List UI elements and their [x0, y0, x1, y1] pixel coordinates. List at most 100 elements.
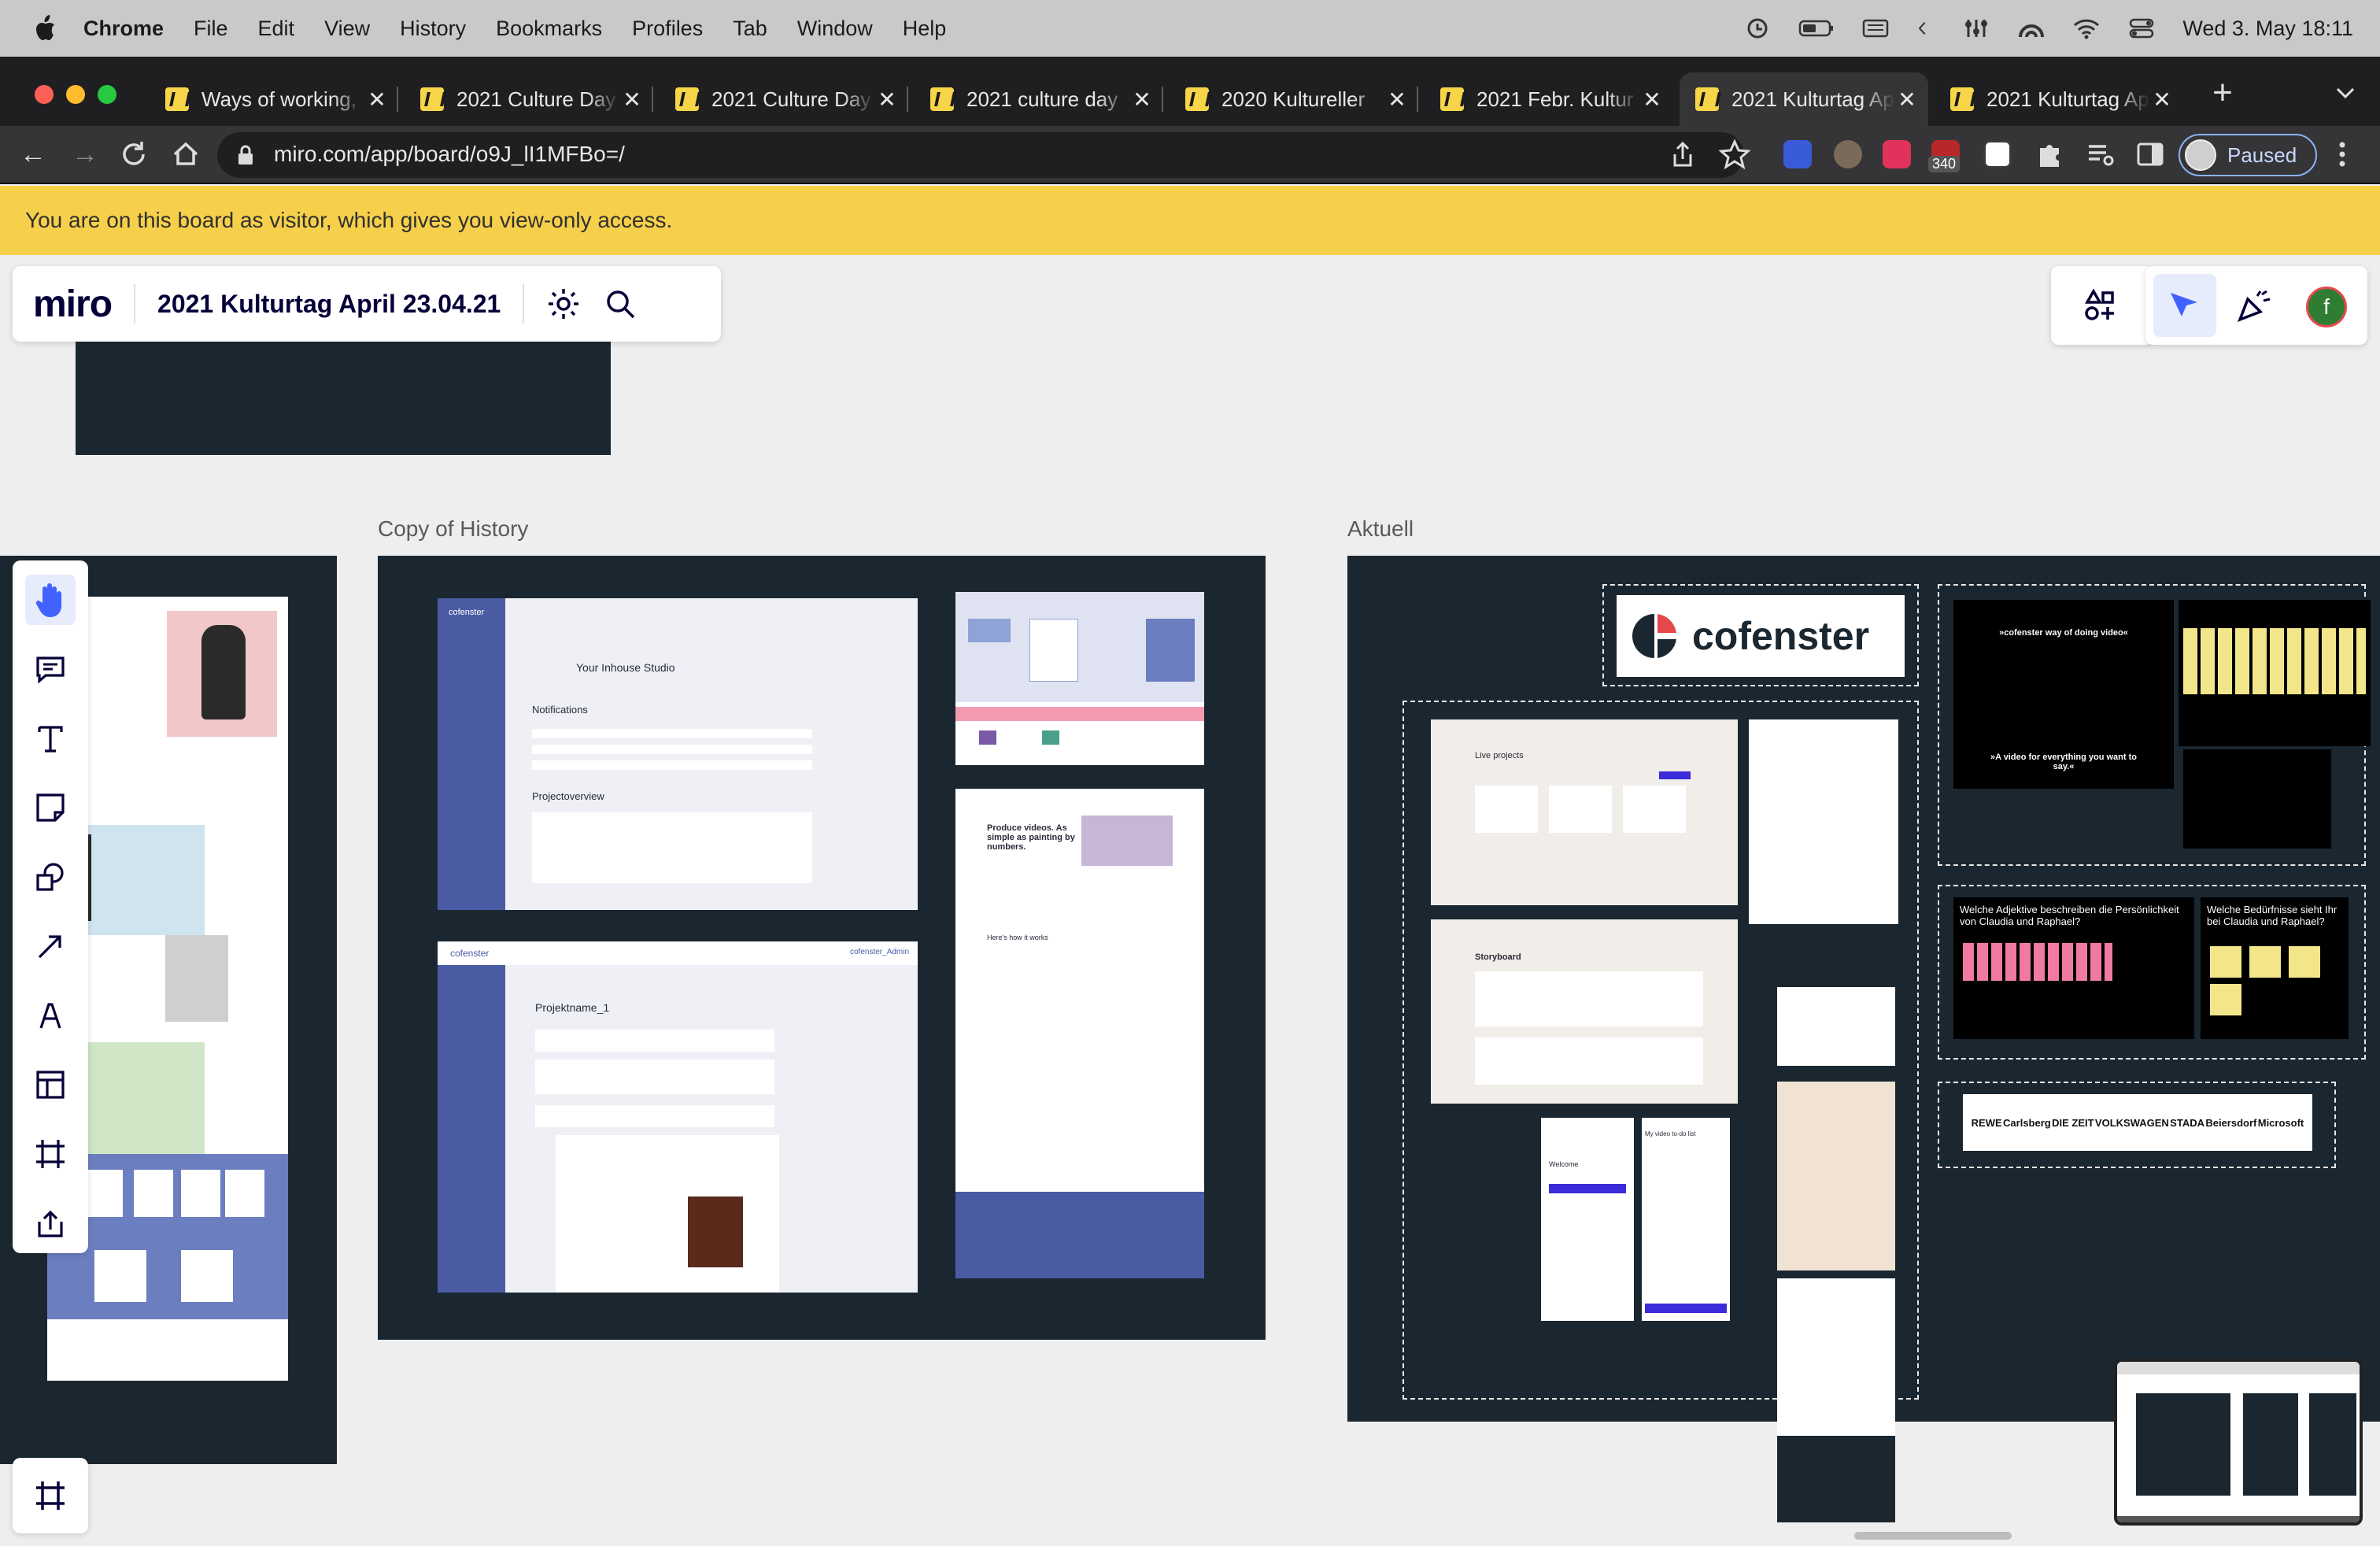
frame-label-history[interactable]: Copy of History	[378, 516, 528, 542]
time-machine-icon[interactable]	[1743, 17, 1772, 40]
mockup-mobile-todo[interactable]: My video to-do list	[1642, 1118, 1730, 1321]
extensions-puzzle-icon[interactable]	[2034, 139, 2065, 170]
tab-febr-kultur[interactable]: 2021 Febr. Kultur ✕	[1425, 72, 1673, 126]
frame-tool-button[interactable]	[25, 1129, 76, 1179]
mockup-mobile-welcome[interactable]: Welcome	[1541, 1118, 1634, 1321]
sticky-board-adjectives[interactable]	[2179, 600, 2371, 746]
board-title[interactable]: 2021 Kulturtag April 23.04.21	[157, 290, 501, 319]
tab-culture-day-1[interactable]: 2021 Culture Day ✕	[405, 72, 653, 126]
chrome-menu-icon[interactable]	[2334, 139, 2350, 170]
controls-icon[interactable]	[1962, 17, 1990, 40]
menu-profiles[interactable]: Profiles	[632, 17, 703, 41]
comment-tool-button[interactable]	[25, 644, 76, 694]
sticky-board-small[interactable]	[2183, 749, 2331, 849]
adjectives-question-board[interactable]: Welche Adjektive beschreiben die Persönl…	[1953, 897, 2194, 1039]
tab-close-icon[interactable]: ✕	[875, 87, 899, 113]
keyboard-icon[interactable]	[1861, 17, 1890, 40]
apps-icon[interactable]	[2082, 288, 2117, 323]
tab-close-icon[interactable]: ✕	[365, 87, 389, 113]
window-minimize-button[interactable]	[66, 85, 85, 104]
frame-icon	[36, 1140, 65, 1168]
window-zoom-button[interactable]	[98, 85, 116, 104]
lock-icon[interactable]	[236, 143, 255, 167]
mockup-website-hero[interactable]	[1749, 719, 1898, 924]
mockup-projektname[interactable]: cofenster cofenster_Admin Projektname_1	[438, 941, 918, 1293]
wifi-icon[interactable]	[2072, 17, 2101, 40]
tab-close-icon[interactable]: ✕	[1640, 87, 1664, 113]
search-icon[interactable]	[603, 287, 638, 321]
menu-history[interactable]: History	[400, 17, 466, 41]
tab-culture-day-2[interactable]: 2021 Culture Day ✕	[660, 72, 908, 126]
forward-button[interactable]: →	[68, 137, 102, 172]
sticky-note-tool-button[interactable]	[25, 782, 76, 833]
share-icon[interactable]	[1669, 140, 1697, 168]
tab-close-icon[interactable]: ✕	[2150, 87, 2174, 113]
extension-icon-2[interactable]	[1834, 140, 1862, 168]
url-text[interactable]: miro.com/app/board/o9J_lI1MFBo=/	[274, 142, 625, 167]
tab-close-icon[interactable]: ✕	[1130, 87, 1154, 113]
menu-bookmarks[interactable]: Bookmarks	[496, 17, 602, 41]
settings-gear-icon[interactable]	[546, 287, 581, 321]
follow-cursor-icon[interactable]	[2166, 288, 2204, 323]
mockup-inhouse-studio[interactable]: cofenster Your Inhouse Studio Notificati…	[438, 598, 918, 910]
templates-tool-button[interactable]	[25, 1060, 76, 1110]
menu-file[interactable]: File	[194, 17, 228, 41]
brand-statement-card[interactable]: »cofenster way of doing video« »A video …	[1953, 600, 2174, 789]
home-icon[interactable]	[170, 139, 201, 170]
profile-paused-button[interactable]: Paused	[2179, 134, 2317, 176]
frames-panel-button[interactable]	[13, 1458, 88, 1533]
extension-icon-5[interactable]	[1983, 140, 2012, 168]
clock-datetime[interactable]: Wed 3. May 18:11	[2182, 17, 2353, 41]
text-tool-button[interactable]	[25, 713, 76, 764]
window-close-button[interactable]	[35, 85, 54, 104]
menu-tab[interactable]: Tab	[733, 17, 767, 41]
tab-close-icon[interactable]: ✕	[1895, 87, 1919, 113]
reload-icon[interactable]	[118, 139, 150, 170]
tab-close-icon[interactable]: ✕	[1385, 87, 1409, 113]
chevron-left-icon[interactable]	[1916, 17, 1935, 40]
mockup-landing-page[interactable]: Produce videos. As simple as painting by…	[955, 789, 1204, 1278]
side-panel-icon[interactable]	[2134, 139, 2166, 170]
horizontal-scrollbar[interactable]	[1854, 1532, 2012, 1540]
menu-edit[interactable]: Edit	[258, 17, 295, 41]
hand-tool-button[interactable]	[25, 575, 76, 625]
pen-tool-button[interactable]	[25, 990, 76, 1041]
shapes-tool-button[interactable]	[25, 852, 76, 902]
miro-logo[interactable]: miro	[33, 283, 113, 326]
control-center-icon[interactable]	[2127, 17, 2156, 40]
back-button[interactable]: ←	[16, 137, 50, 172]
mockup-web-stack[interactable]	[1777, 924, 1895, 1522]
tab-kulturtag-april-2[interactable]: 2021 Kulturtag Ap ✕	[1935, 72, 2183, 126]
mockup-storyboard[interactable]: Storyboard	[1431, 919, 1738, 1104]
menu-view[interactable]: View	[324, 17, 370, 41]
board-minimap[interactable]	[2114, 1359, 2363, 1526]
battery-icon[interactable]	[1798, 17, 1835, 40]
cofenster-logo-card[interactable]: cofenster	[1617, 595, 1905, 677]
tab-kultureller[interactable]: 2020 Kultureller ✕	[1170, 72, 1418, 126]
arrow-line-icon	[38, 935, 61, 959]
client-logos-strip[interactable]: REWE Carlsberg DIE ZEIT VOLKSWAGEN STADA…	[1963, 1094, 2312, 1151]
bookmark-star-icon[interactable]	[1719, 139, 1750, 170]
new-tab-button[interactable]: +	[2205, 76, 2240, 110]
tab-ways-of-working[interactable]: Ways of working, ✕	[150, 72, 398, 126]
mockup-pricing[interactable]	[955, 592, 1204, 765]
menu-window[interactable]: Window	[797, 17, 873, 41]
bitwarden-extension-icon[interactable]	[1783, 140, 1812, 168]
tab-kulturtag-april-active[interactable]: 2021 Kulturtag Ap ✕	[1680, 72, 1928, 126]
tab-close-icon[interactable]: ✕	[620, 87, 644, 113]
hotspot-icon[interactable]	[2017, 17, 2046, 40]
upload-tool-button[interactable]	[25, 1198, 76, 1248]
frame-label-aktuell[interactable]: Aktuell	[1347, 516, 1414, 542]
pocket-extension-icon[interactable]	[1883, 140, 1911, 168]
user-avatar[interactable]: f	[2306, 287, 2347, 327]
connection-line-tool-button[interactable]	[25, 921, 76, 971]
apple-icon[interactable]	[33, 15, 57, 42]
tab-search-chevron-icon[interactable]	[2333, 83, 2358, 102]
mockup-live-projects[interactable]: Live projects	[1431, 719, 1738, 905]
menu-help[interactable]: Help	[903, 17, 947, 41]
reading-list-icon[interactable]	[2084, 139, 2116, 170]
menu-chrome[interactable]: Chrome	[83, 17, 164, 41]
tab-culture-day-3[interactable]: 2021 culture day ✕	[915, 72, 1163, 126]
needs-question-board[interactable]: Welche Bedürfnisse sieht Ihr bei Claudia…	[2201, 897, 2349, 1039]
celebrate-icon[interactable]	[2235, 288, 2273, 323]
